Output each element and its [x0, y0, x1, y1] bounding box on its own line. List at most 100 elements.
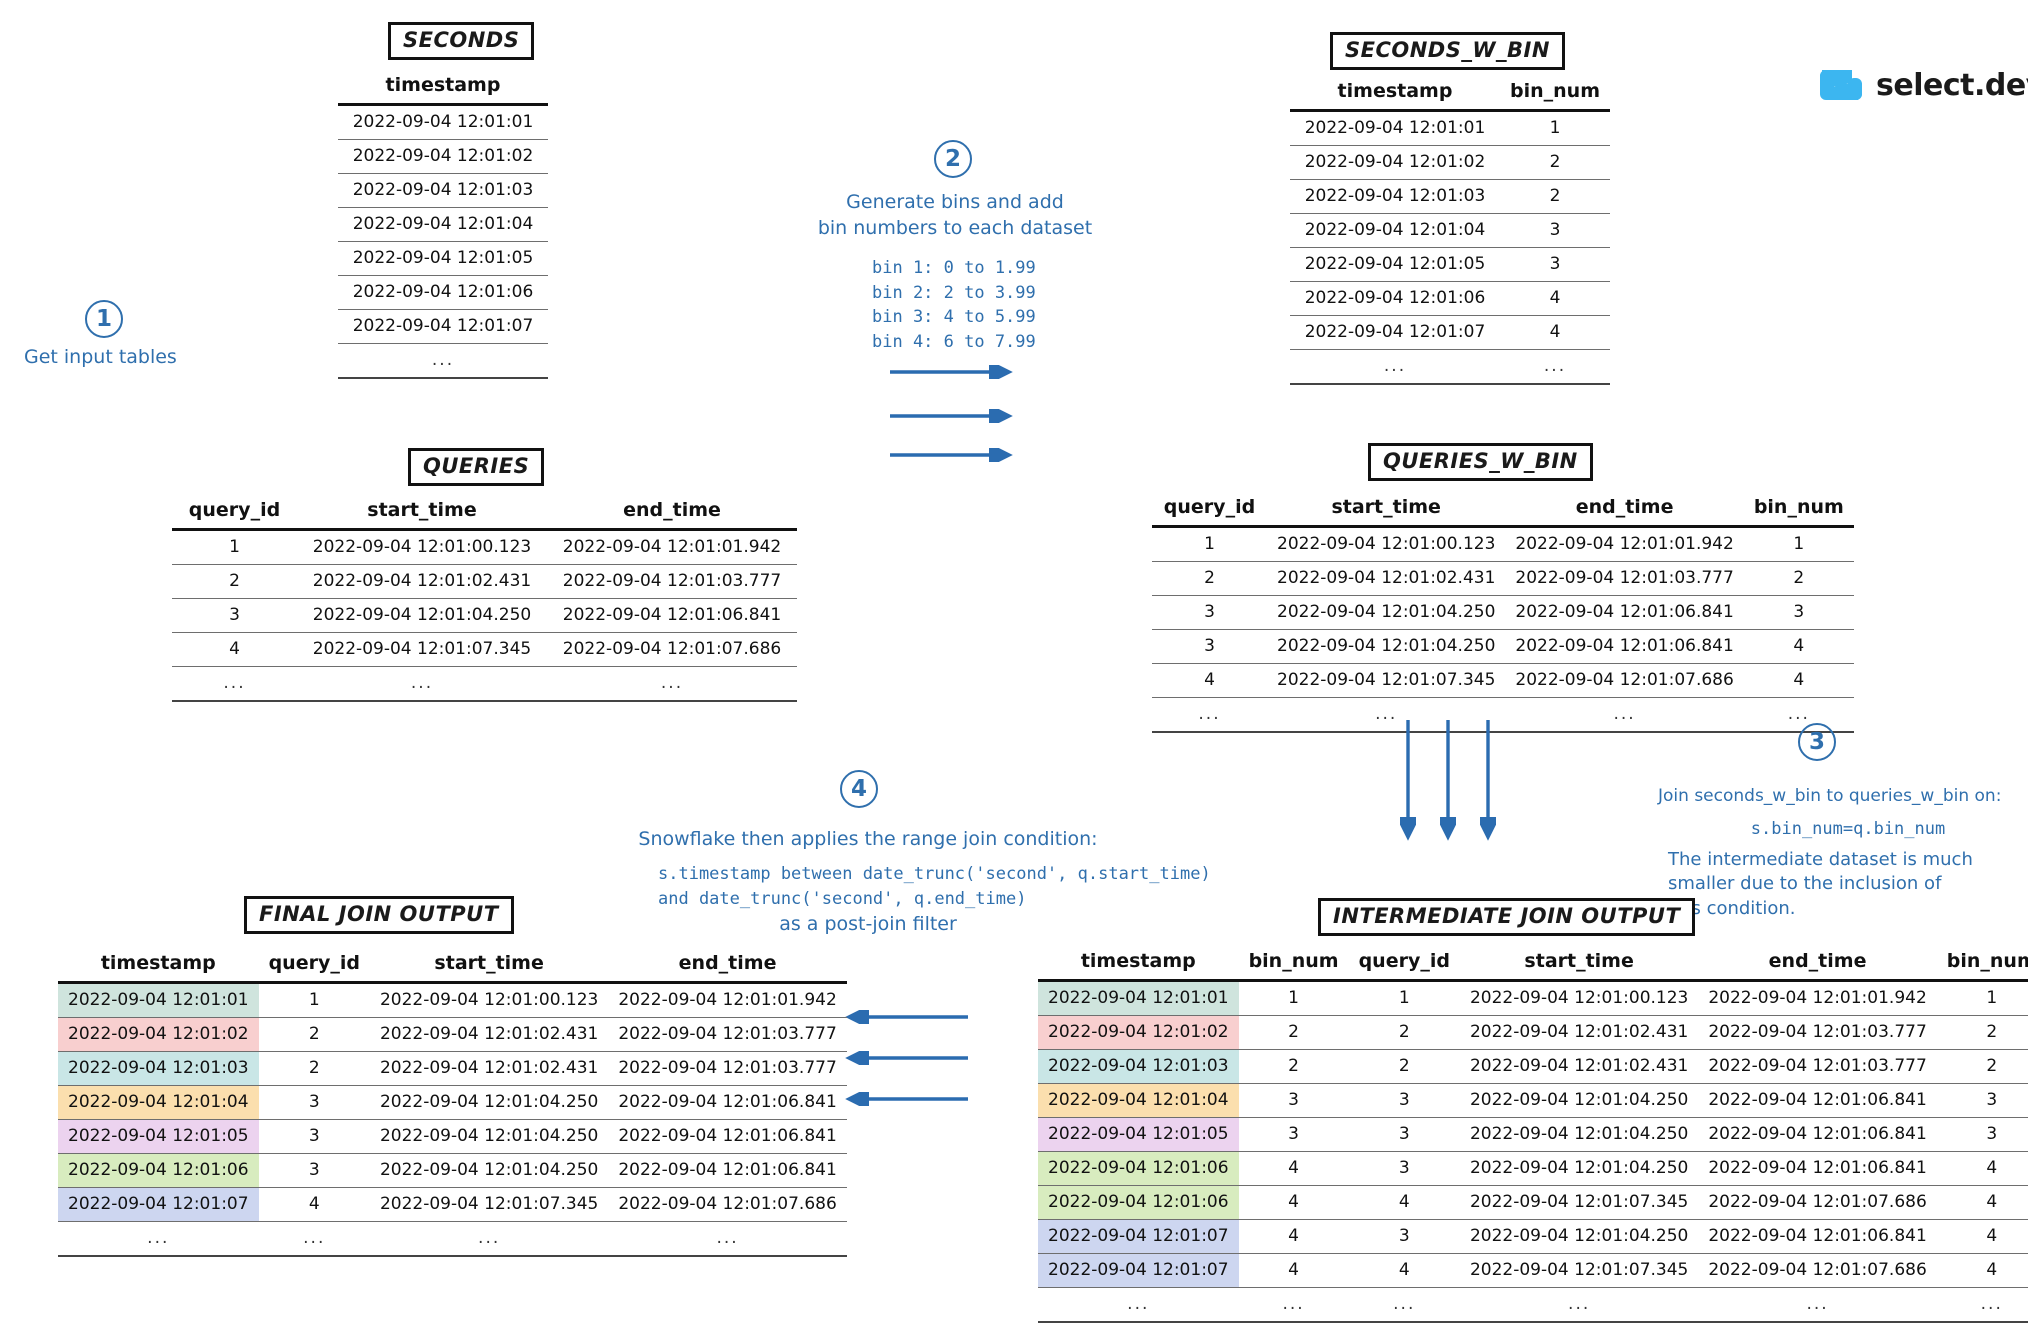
arrow-left-filter-2 — [838, 1051, 970, 1065]
table-cell: 2022-09-04 12:01:07.345 — [1459, 1253, 1699, 1288]
table-cell: 2022-09-04 12:01:00.123 — [1459, 980, 1699, 1016]
table-cell: 2022-09-04 12:01:04 — [1290, 213, 1500, 248]
table-cell: 3 — [1348, 1151, 1460, 1186]
table-cell: 2022-09-04 12:01:07 — [1290, 315, 1500, 350]
final-join-title-chip: FINAL JOIN OUTPUT — [244, 896, 514, 935]
table-cell: 2022-09-04 12:01:04.250 — [1267, 629, 1506, 664]
table-row: 2022-09-04 12:01:07 4 4 2022-09-04 12:01:07… — [1038, 1253, 2028, 1288]
column-header-end-time: end_time — [608, 950, 847, 984]
queries-table: query_id start_time end_time 1 2022-09-04… — [172, 497, 797, 702]
table-cell: 2022-09-04 12:01:02.431 — [1459, 1049, 1699, 1084]
column-header-query-id: query_id — [172, 497, 297, 531]
queries-table-grid: query_id start_time end_time 1 2022-09-04… — [172, 497, 797, 702]
table-header-row: timestamp — [338, 72, 548, 106]
step-1-number: 1 — [85, 300, 123, 338]
table-row: 2022-09-04 12:01:01 1 1 2022-09-04 12:01:00… — [1038, 980, 2028, 1016]
table-row: 2022-09-04 12:01:06 4 4 2022-09-04 12:01:07… — [1038, 1185, 2028, 1220]
column-header-end-time: end_time — [547, 497, 797, 531]
table-row: 2022-09-04 12:01:03 2 — [1290, 179, 1610, 214]
queries-w-bin-table-title: QUERIES_W_BIN — [1368, 443, 1593, 482]
table-cell: 2022-09-04 12:01:01.942 — [1505, 526, 1744, 562]
final-join-output-grid: timestamp query_id start_time end_time 2… — [58, 950, 847, 1257]
table-cell-timestamp: 2022-09-04 12:01:02 — [58, 1017, 259, 1052]
table-cell-timestamp: 2022-09-04 12:01:02 — [1038, 1015, 1239, 1050]
arrow-down-join-3 — [1480, 718, 1496, 848]
column-header-query-id: query_id — [258, 950, 370, 984]
table-cell: ... — [297, 666, 547, 702]
table-cell-timestamp: ... — [58, 1221, 259, 1257]
diagram-canvas: select.dev 1 Get input tables SECONDS ti… — [0, 0, 2028, 1323]
table-row: 2022-09-04 12:01:04 3 — [1290, 213, 1610, 248]
table-row: 2022-09-04 12:01:03 — [338, 173, 548, 208]
table-cell: 2022-09-04 12:01:05 — [1290, 247, 1500, 282]
brand-name: select.dev — [1876, 67, 2028, 103]
step-3-number: 3 — [1798, 723, 1836, 761]
table-cell: 4 — [1936, 1219, 2028, 1254]
table-cell-timestamp: 2022-09-04 12:01:03 — [58, 1051, 259, 1086]
seconds-table: timestamp 2022-09-04 12:01:01 2022-09-04 … — [338, 72, 548, 379]
table-cell: 2022-09-04 12:01:04.250 — [1459, 1117, 1699, 1152]
table-cell: 3 — [258, 1119, 370, 1154]
table-row: ... — [338, 343, 548, 379]
table-cell: ... — [608, 1221, 847, 1257]
table-cell: 2022-09-04 12:01:04.250 — [297, 598, 547, 633]
table-cell: 2022-09-04 12:01:06.841 — [1698, 1219, 1937, 1254]
table-cell-timestamp: 2022-09-04 12:01:05 — [58, 1119, 259, 1154]
table-row: 2022-09-04 12:01:06 3 2022-09-04 12:01:04.… — [58, 1153, 847, 1188]
column-header-end-time: end_time — [1505, 494, 1744, 528]
table-cell: 1 — [1500, 110, 1610, 146]
table-row: 2022-09-04 12:01:05 3 2022-09-04 12:01:04.… — [58, 1119, 847, 1154]
table-cell-timestamp: 2022-09-04 12:01:07 — [1038, 1219, 1239, 1254]
column-header-start-time: start_time — [369, 950, 609, 984]
table-cell-timestamp: 2022-09-04 12:01:06 — [1038, 1151, 1239, 1186]
table-cell: 4 — [1936, 1185, 2028, 1220]
column-header-timestamp: timestamp — [338, 72, 548, 106]
table-cell: 1 — [1238, 980, 1349, 1016]
step-4-circle: 4 — [840, 770, 878, 808]
table-cell: 2022-09-04 12:01:01.942 — [547, 529, 797, 565]
table-row: 2022-09-04 12:01:06 4 — [1290, 281, 1610, 316]
step-3-circle: 3 — [1798, 723, 1836, 761]
table-cell: 2022-09-04 12:01:04.250 — [369, 1085, 609, 1120]
column-header-bin-num-right: bin_num — [1936, 948, 2028, 982]
table-cell: 2022-09-04 12:01:05 — [338, 241, 548, 276]
table-cell: 2022-09-04 12:01:06.841 — [547, 598, 797, 633]
brand-logo: select.dev — [1818, 62, 2028, 108]
table-cell: 2022-09-04 12:01:07.686 — [1698, 1185, 1937, 1220]
table-row: 2022-09-04 12:01:02 — [338, 139, 548, 174]
table-cell: ... — [1500, 349, 1610, 385]
arrow-left-filter-1 — [838, 1010, 970, 1024]
table-cell: 2022-09-04 12:01:02.431 — [369, 1051, 609, 1086]
intermediate-join-table-title: INTERMEDIATE JOIN OUTPUT — [1318, 898, 1696, 937]
table-cell: 3 — [1152, 595, 1267, 630]
table-cell: 1 — [1936, 980, 2028, 1016]
table-row: 2022-09-04 12:01:02 2 2022-09-04 12:01:02.… — [58, 1017, 847, 1052]
table-cell: 2022-09-04 12:01:00.123 — [369, 982, 609, 1018]
table-header-row: timestamp query_id start_time end_time — [58, 950, 847, 984]
arrow-right-binning-3 — [888, 448, 1018, 462]
table-row: ...... — [1290, 349, 1610, 385]
table-cell: 2022-09-04 12:01:04.250 — [369, 1119, 609, 1154]
arrow-left-filter-3 — [838, 1092, 970, 1106]
table-cell: 4 — [1348, 1185, 1460, 1220]
column-header-start-time: start_time — [1459, 948, 1699, 982]
seconds-w-bin-table-grid: timestamp bin_num 2022-09-04 12:01:01 1 20… — [1290, 78, 1610, 385]
table-cell: 2022-09-04 12:01:03.777 — [547, 564, 797, 599]
table-row: 2022-09-04 12:01:04 3 3 2022-09-04 12:01:04… — [1038, 1083, 2028, 1118]
table-cell: 2022-09-04 12:01:02.431 — [297, 564, 547, 599]
table-cell: ... — [338, 343, 548, 379]
table-row: 2022-09-04 12:01:06 — [338, 275, 548, 310]
table-cell: 2022-09-04 12:01:06.841 — [1505, 629, 1744, 664]
column-header-query-id: query_id — [1152, 494, 1267, 528]
table-cell: ... — [1936, 1287, 2028, 1323]
table-cell: 2022-09-04 12:01:04 — [338, 207, 548, 242]
step-4-title: Snowflake then applies the range join co… — [638, 828, 1098, 850]
seconds-w-bin-table: timestamp bin_num 2022-09-04 12:01:01 1 20… — [1290, 78, 1610, 385]
table-row: 2022-09-04 12:01:07 — [338, 309, 548, 344]
table-cell: 3 — [1500, 213, 1610, 248]
table-cell: 3 — [1500, 247, 1610, 282]
table-cell: 2022-09-04 12:01:04.250 — [1267, 595, 1506, 630]
final-join-output-body: 2022-09-04 12:01:01 1 2022-09-04 12:01:00.… — [58, 982, 847, 1257]
final-join-output-table: timestamp query_id start_time end_time 2… — [58, 950, 847, 1257]
step-3-note: The intermediate dataset is much smaller… — [1668, 849, 1973, 919]
